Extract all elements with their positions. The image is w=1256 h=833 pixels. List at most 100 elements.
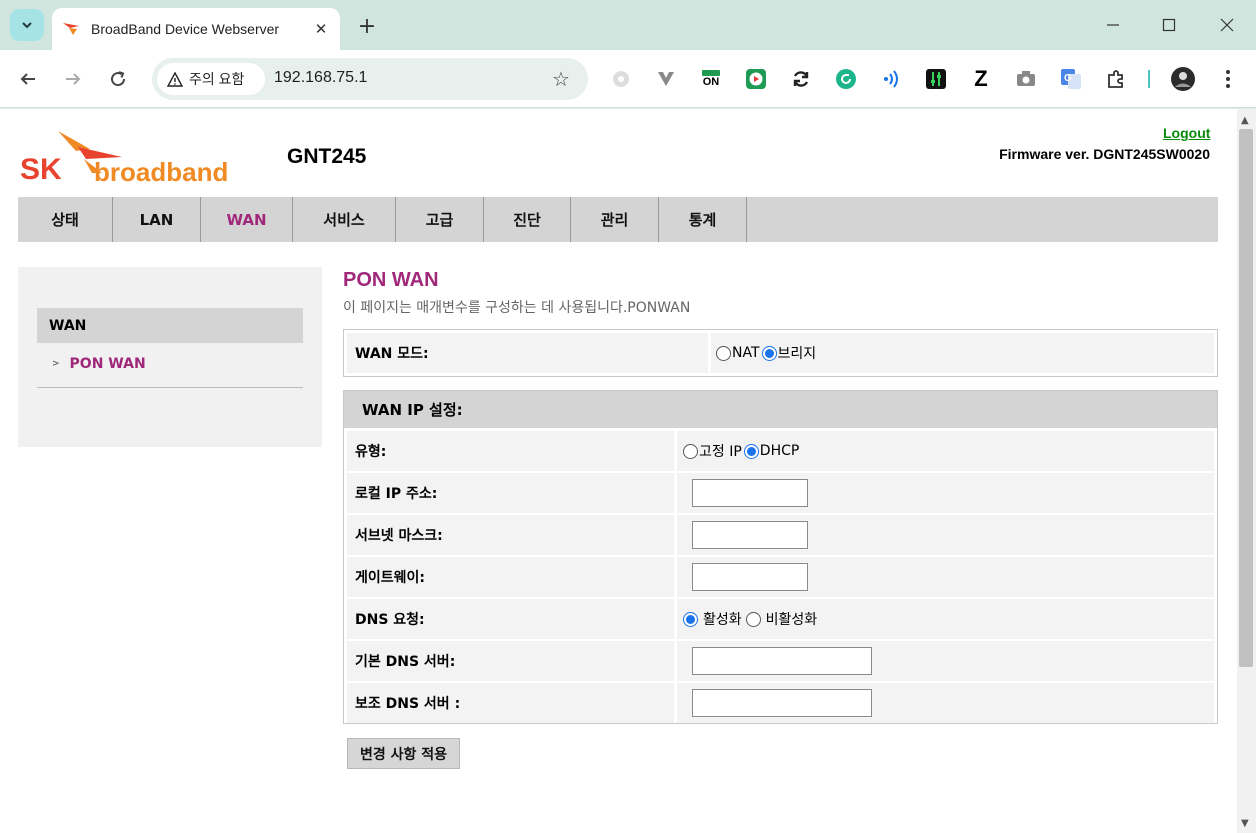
extension-signal-icon[interactable]	[878, 66, 904, 92]
dns-enable-label: 활성화	[703, 612, 742, 628]
reload-icon	[111, 71, 126, 87]
subnet-mask-label: 서브넷 마스크:	[347, 515, 674, 555]
secondary-dns-row: 보조 DNS 서버 :	[347, 683, 1214, 723]
profile-avatar[interactable]	[1170, 66, 1196, 92]
logout-link[interactable]: Logout	[1163, 125, 1210, 141]
scroll-up-arrow-icon[interactable]: ▲	[1241, 115, 1249, 126]
extension-refresh-green-icon[interactable]	[833, 66, 859, 92]
secondary-dns-label: 보조 DNS 서버 :	[347, 683, 674, 723]
maximize-button[interactable]	[1154, 10, 1184, 40]
back-button[interactable]	[12, 63, 44, 95]
forward-button[interactable]	[57, 63, 89, 95]
wan-mode-bridge-radio[interactable]	[761, 345, 777, 361]
menu-item-services[interactable]: 서비스	[293, 197, 396, 242]
dns-request-label: DNS 요청:	[347, 599, 674, 639]
security-label: 주의 요함	[189, 71, 245, 87]
arrow-right-icon	[66, 73, 81, 85]
wan-mode-options: NAT 브리지	[711, 333, 1214, 373]
wan-mode-bridge-label: 브리지	[777, 346, 817, 362]
logo-sk-text: SK	[20, 153, 62, 185]
static-ip-label: 고정 IP	[699, 444, 742, 460]
primary-dns-input[interactable]	[692, 647, 872, 675]
primary-dns-row: 기본 DNS 서버:	[347, 641, 1214, 681]
close-window-button[interactable]	[1212, 10, 1242, 40]
warning-icon	[167, 71, 183, 87]
gateway-label: 게이트웨이:	[347, 557, 674, 597]
extension-camera-icon[interactable]	[1013, 66, 1039, 92]
dns-disable-radio[interactable]	[745, 611, 761, 627]
gateway-input[interactable]	[692, 563, 808, 591]
ip-type-label: 유형:	[347, 431, 674, 471]
extension-v-icon[interactable]	[653, 66, 679, 92]
local-ip-input[interactable]	[692, 479, 808, 507]
extension-on-label: ON	[702, 76, 720, 88]
menu-item-status[interactable]: 상태	[18, 197, 113, 242]
sidebar: WAN > PON WAN	[18, 267, 322, 447]
scroll-down-arrow-icon[interactable]: ▼	[1241, 818, 1249, 829]
close-tab-icon[interactable]: ✕	[308, 16, 334, 42]
extension-on-icon[interactable]: ON	[698, 66, 724, 92]
extension-equalizer-icon[interactable]	[923, 66, 949, 92]
browser-toolbar: 주의 요함 192.168.75.1 ☆ ON Z G	[0, 50, 1256, 108]
sidebar-item-label: PON WAN	[69, 356, 146, 372]
address-bar[interactable]: 주의 요함 192.168.75.1 ☆	[152, 58, 588, 100]
wan-mode-nat-radio[interactable]	[716, 345, 731, 361]
scrollbar-thumb[interactable]	[1239, 129, 1253, 667]
menu-item-advanced[interactable]: 고급	[396, 197, 484, 242]
extension-z-icon[interactable]: Z	[968, 66, 994, 92]
sidebar-item-pon-wan[interactable]: > PON WAN	[52, 356, 146, 372]
bookmark-star-icon[interactable]: ☆	[548, 66, 574, 92]
tab-search-button[interactable]	[10, 9, 44, 41]
main-menu: 상태 LAN WAN 서비스 고급 진단 관리 통계	[18, 197, 1218, 242]
wan-mode-label: WAN 모드:	[347, 333, 708, 373]
page-description: 이 페이지는 매개변수를 구성하는 데 사용됩니다.PONWAN	[343, 300, 691, 316]
svg-text:broadband: broadband	[94, 157, 228, 185]
maximize-icon	[1162, 18, 1176, 32]
minimize-button[interactable]	[1098, 10, 1128, 40]
apply-changes-button[interactable]: 변경 사항 적용	[347, 738, 460, 769]
sk-broadband-logo: SK broadband	[20, 129, 272, 187]
page-title: PON WAN	[343, 269, 439, 291]
browser-menu-icon[interactable]	[1215, 66, 1241, 92]
subnet-mask-input[interactable]	[692, 521, 808, 549]
dns-enable-radio[interactable]	[683, 611, 698, 627]
extension-play-icon[interactable]	[743, 66, 769, 92]
extensions-puzzle-icon[interactable]	[1103, 66, 1129, 92]
dhcp-label: DHCP	[759, 443, 800, 459]
dns-disable-label: 비활성화	[765, 612, 818, 628]
subnet-mask-row: 서브넷 마스크:	[347, 515, 1214, 555]
extension-translate-icon[interactable]: G	[1058, 66, 1084, 92]
svg-text:SK: SK	[20, 153, 62, 185]
secondary-dns-input[interactable]	[692, 689, 872, 717]
static-ip-radio[interactable]	[683, 443, 698, 459]
site-info-chip[interactable]: 주의 요함	[157, 63, 265, 95]
browser-tab[interactable]: BroadBand Device Webserver ✕	[52, 8, 340, 50]
wan-ip-settings-box: WAN IP 설정: 유형: 고정 IP DHCP 로컬 IP 주소: 서브넷 …	[343, 390, 1218, 724]
page-scrollbar[interactable]: ▲ ▼	[1237, 109, 1256, 833]
firmware-version: Firmware ver. DGNT245SW0020	[999, 146, 1210, 162]
chevron-down-icon	[22, 22, 32, 29]
dns-request-row: DNS 요청: 활성화 비활성화	[347, 599, 1214, 639]
new-tab-button[interactable]: +	[354, 13, 380, 39]
svg-text:G: G	[1064, 73, 1072, 84]
menu-item-statistics[interactable]: 통계	[659, 197, 747, 242]
arrow-left-icon	[20, 73, 35, 85]
local-ip-label: 로컬 IP 주소:	[347, 473, 674, 513]
wan-mode-box: WAN 모드: NAT 브리지	[343, 329, 1218, 377]
sidebar-divider	[37, 387, 303, 388]
logo-broadband-text: broadband	[94, 157, 228, 185]
extension-gear-icon[interactable]	[608, 66, 634, 92]
dns-request-options: 활성화 비활성화	[677, 599, 1214, 639]
device-model: GNT245	[287, 145, 367, 168]
dhcp-radio[interactable]	[743, 443, 759, 459]
local-ip-row: 로컬 IP 주소:	[347, 473, 1214, 513]
url-text[interactable]: 192.168.75.1	[274, 69, 367, 87]
menu-item-lan[interactable]: LAN	[113, 197, 201, 242]
browser-tab-bar: BroadBand Device Webserver ✕ +	[0, 0, 1256, 50]
extension-sync-icon[interactable]	[788, 66, 814, 92]
menu-item-management[interactable]: 관리	[571, 197, 659, 242]
wan-mode-nat-label: NAT	[732, 345, 760, 361]
menu-item-wan[interactable]: WAN	[201, 197, 293, 242]
reload-button[interactable]	[102, 63, 134, 95]
menu-item-diagnostics[interactable]: 진단	[484, 197, 571, 242]
